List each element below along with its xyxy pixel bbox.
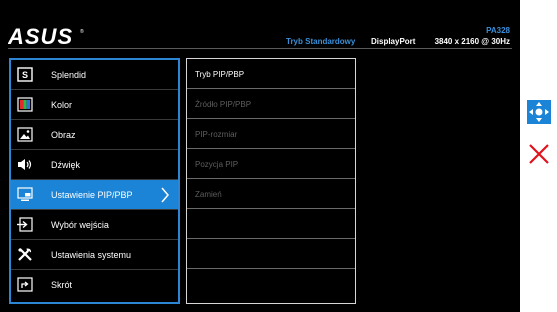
display-mode-label: Tryb Standardowy — [286, 37, 356, 46]
shortcut-icon — [17, 277, 33, 292]
menu-item-label: Splendid — [51, 70, 87, 80]
sub-item-label: PIP-rozmiar — [195, 130, 238, 139]
close-icon[interactable] — [527, 142, 551, 166]
sub-item-label: Pozycja PIP — [195, 160, 239, 169]
svg-text:®: ® — [80, 28, 84, 35]
color-icon — [17, 97, 33, 112]
menu-item-color[interactable]: Kolor — [11, 90, 178, 120]
sub-item-empty — [187, 239, 355, 269]
sub-item-pip-pbp-mode[interactable]: Tryb PIP/PBP — [187, 59, 355, 89]
sub-item-label: Zamień — [195, 190, 222, 199]
menu-item-label: Skrót — [51, 280, 73, 290]
chevron-right-icon — [161, 187, 169, 203]
input-select-icon — [17, 217, 33, 232]
header-divider — [8, 48, 512, 49]
asus-logo: ASUS ® — [8, 26, 84, 46]
menu-item-image[interactable]: Obraz — [11, 120, 178, 150]
menu-item-label: Obraz — [51, 130, 76, 140]
sub-item-label: Tryb PIP/PBP — [195, 70, 245, 79]
menu-item-label: Ustawienia systemu — [51, 250, 132, 260]
sub-item-label: Źródło PIP/PBP — [195, 100, 252, 109]
sub-item-empty — [187, 209, 355, 239]
sub-item-swap: Zamień — [187, 179, 355, 209]
sub-item-pip-size: PIP-rozmiar — [187, 119, 355, 149]
osd-panel: ASUS ® Tryb Standardowy PA328 DisplayPor… — [0, 0, 520, 312]
pip-icon — [17, 187, 33, 201]
model-label: PA328 — [486, 26, 510, 35]
menu-item-splendid[interactable]: S Splendid — [11, 60, 178, 90]
main-menu: S Splendid Kolor Obraz Dźwięk Ustawienie… — [9, 58, 180, 304]
menu-item-label: Ustawienie PIP/PBP — [51, 190, 133, 200]
splendid-icon: S — [17, 67, 33, 82]
menu-item-system-settings[interactable]: Ustawienia systemu — [11, 240, 178, 270]
menu-item-label: Wybór wejścia — [51, 220, 109, 230]
five-way-navigation-icon[interactable] — [527, 100, 551, 124]
svg-text:S: S — [22, 70, 28, 80]
menu-item-shortcut[interactable]: Skrót — [11, 270, 178, 300]
sub-item-pip-position: Pozycja PIP — [187, 149, 355, 179]
menu-item-input-select[interactable]: Wybór wejścia — [11, 210, 178, 240]
menu-item-label: Dźwięk — [51, 160, 81, 170]
sub-item-pip-pbp-source: Źródło PIP/PBP — [187, 89, 355, 119]
menu-item-pip-pbp[interactable]: Ustawienie PIP/PBP — [11, 180, 178, 210]
menu-item-sound[interactable]: Dźwięk — [11, 150, 178, 180]
menu-item-label: Kolor — [51, 100, 73, 110]
sub-item-empty — [187, 269, 355, 299]
image-icon — [17, 127, 33, 142]
svg-text:ASUS: ASUS — [8, 26, 73, 46]
tools-icon — [18, 248, 32, 261]
input-source-label: DisplayPort — [371, 37, 416, 46]
resolution-label: 3840 x 2160 @ 30Hz — [434, 37, 510, 46]
speaker-icon — [18, 159, 32, 170]
sub-menu: Tryb PIP/PBP Źródło PIP/PBP PIP-rozmiar … — [186, 58, 356, 304]
